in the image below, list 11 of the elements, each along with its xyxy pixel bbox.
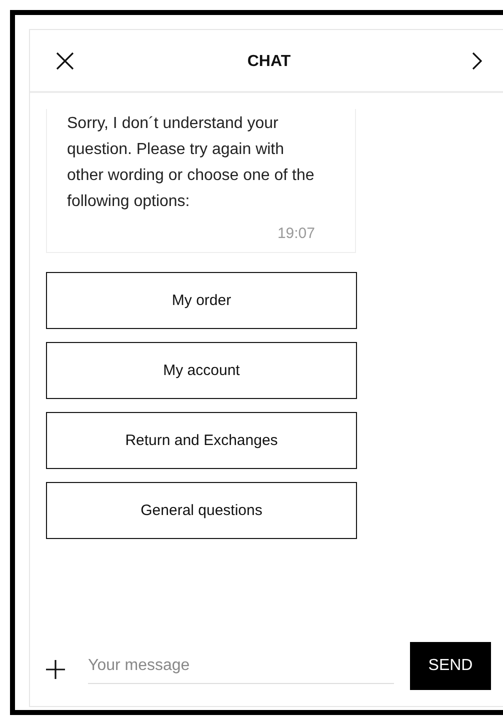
close-icon[interactable] (55, 50, 75, 70)
chat-title: CHAT (246, 52, 292, 70)
send-button[interactable]: SEND (410, 642, 491, 690)
option-button[interactable]: My account (46, 342, 357, 399)
chevron-right-icon[interactable] (471, 50, 483, 70)
message-text: Sorry, I don´t understand your question. Please try again with other wording or choose one of the following options: (67, 114, 315, 212)
option-button[interactable]: General questions (46, 482, 357, 539)
option-button[interactable]: My order (46, 272, 357, 329)
plus-icon[interactable] (46, 660, 65, 678)
option-button[interactable]: Return and Exchanges (46, 412, 357, 469)
message-time: 19:07 (276, 225, 315, 242)
